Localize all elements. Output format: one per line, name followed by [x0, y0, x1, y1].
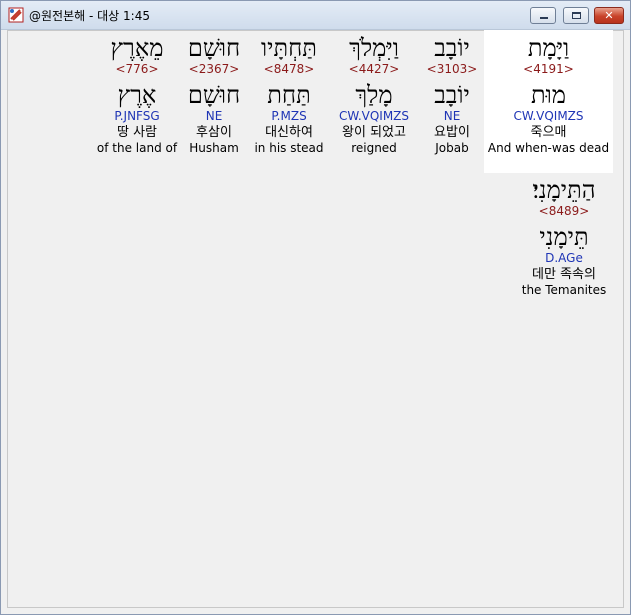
close-button[interactable]: ✕	[594, 7, 624, 24]
english-gloss: Husham	[189, 141, 239, 155]
korean-gloss: 대신하여	[265, 125, 313, 140]
english-gloss: the Temanites	[521, 283, 607, 297]
parsing-code: NE	[205, 109, 223, 123]
english-gloss: in his stead	[254, 141, 324, 155]
korean-gloss: 왕이 되었고	[342, 125, 406, 140]
minimize-icon	[540, 17, 548, 19]
korean-gloss: 요밥이	[434, 125, 470, 140]
hebrew-word: וַיָּמָת	[527, 34, 570, 62]
parsing-code: CW.VQIMZS	[338, 109, 410, 123]
word-column[interactable]: תַּחְתָּיו <8478> תַּחַת P.MZS 대신하여 in h…	[251, 34, 327, 156]
hebrew-word: הַתֵּימָנִי׃	[532, 176, 596, 204]
app-window: @원전본해 - 대상 1:45 ✕ וַיָּמָת <4191> מוּת C…	[0, 0, 631, 615]
english-gloss: Jobab	[435, 141, 469, 155]
strong-number[interactable]: <4427>	[329, 62, 419, 77]
hebrew-lemma: מָלַךְ	[355, 81, 393, 109]
close-icon: ✕	[604, 9, 614, 22]
hebrew-lemma: תֵּימָנִי	[539, 223, 589, 251]
hebrew-word: וַיִּמְלֹךְ	[349, 34, 399, 62]
parsing-code: D.AGe	[545, 251, 583, 265]
minimize-button[interactable]	[530, 7, 556, 24]
maximize-button[interactable]	[563, 7, 589, 24]
hebrew-word: מֵאֶרֶץ	[110, 34, 164, 62]
hebrew-lemma: תַּחַת	[267, 81, 311, 109]
strong-number[interactable]: <2367>	[181, 62, 247, 77]
parsing-code: P.JNFSG	[114, 109, 160, 123]
parsing-code: P.MZS	[271, 109, 307, 123]
korean-gloss: 데만 족속의	[532, 267, 596, 282]
word-column[interactable]: הַתֵּימָנִי׃ <8489> תֵּימָנִי D.AGe 데만 족…	[506, 176, 622, 298]
hebrew-lemma: חוּשָׁם	[187, 81, 241, 109]
korean-gloss: 후삼이	[196, 125, 232, 140]
strong-number[interactable]: <3103>	[419, 62, 485, 77]
hebrew-lemma: אֶרֶץ	[117, 81, 157, 109]
strong-number[interactable]: <8489>	[506, 204, 622, 219]
strong-number[interactable]: <8478>	[251, 62, 327, 77]
title-bar[interactable]: @원전본해 - 대상 1:45 ✕	[1, 1, 630, 30]
word-column[interactable]: מֵאֶרֶץ <776> אֶרֶץ P.JNFSG 땅 사람 of the …	[96, 34, 178, 156]
english-gloss: And when-was dead	[487, 141, 610, 155]
book-app-icon[interactable]	[8, 7, 24, 23]
hebrew-word: חוּשָׁם	[187, 34, 241, 62]
word-column[interactable]: וַיָּמָת <4191> מוּת CW.VQIMZS 죽으매 And w…	[484, 34, 613, 156]
parsing-code: NE	[443, 109, 461, 123]
strong-number[interactable]: <776>	[96, 62, 178, 77]
english-gloss: reigned	[351, 141, 397, 155]
parsing-code: CW.VQIMZS	[513, 109, 584, 123]
korean-gloss: 죽으매	[530, 125, 567, 140]
maximize-icon	[572, 12, 581, 19]
strong-number[interactable]: <4191>	[484, 62, 613, 77]
word-column[interactable]: חוּשָׁם <2367> חוּשָׁם NE 후삼이 Husham	[181, 34, 247, 156]
hebrew-lemma: יוֹבָב	[434, 81, 470, 109]
hebrew-word: תַּחְתָּיו	[261, 34, 317, 62]
english-gloss: of the land of	[96, 141, 178, 155]
hebrew-lemma: מוּת	[530, 81, 566, 109]
hebrew-word: יוֹבָב	[434, 34, 470, 62]
word-column[interactable]: וַיִּמְלֹךְ <4427> מָלַךְ CW.VQIMZS 왕이 되…	[329, 34, 419, 156]
window-title: @원전본해 - 대상 1:45	[29, 9, 150, 23]
word-column[interactable]: יוֹבָב <3103> יוֹבָב NE 요밥이 Jobab	[419, 34, 485, 156]
korean-gloss: 땅 사람	[116, 125, 157, 140]
